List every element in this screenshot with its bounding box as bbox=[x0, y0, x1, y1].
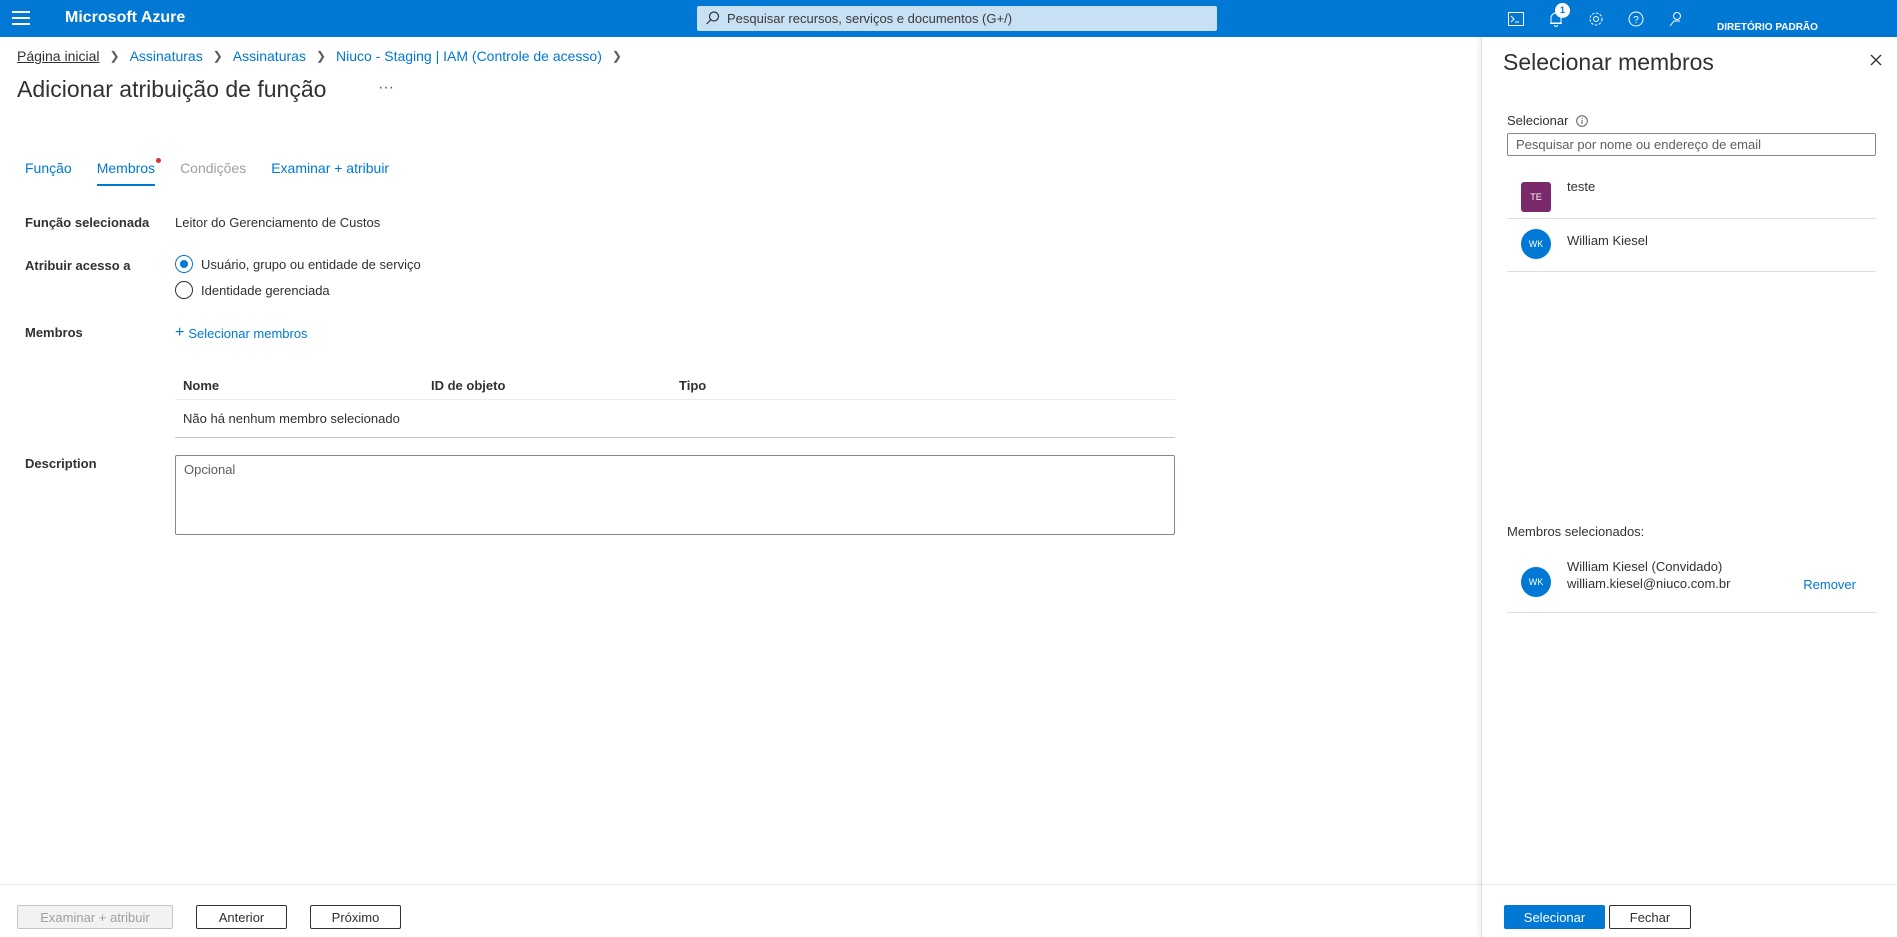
selected-role-value: Leitor do Gerenciamento de Custos bbox=[175, 215, 381, 230]
chevron-right-icon: ❯ bbox=[315, 49, 326, 63]
result-name: teste bbox=[1567, 179, 1596, 194]
next-button[interactable]: Próximo bbox=[310, 905, 401, 929]
selected-role-label: Função selecionada bbox=[25, 215, 150, 230]
radio-checked-icon[interactable] bbox=[175, 255, 193, 273]
footer-divider bbox=[0, 884, 1481, 885]
panel-footer-divider bbox=[1482, 884, 1897, 885]
breadcrumb-home[interactable]: Página inicial bbox=[17, 48, 100, 64]
required-dot-icon bbox=[156, 158, 162, 163]
tab-bar: Função Membros Condições Examinar + atri… bbox=[25, 158, 414, 186]
selected-member-email: william.kiesel@niuco.com.br bbox=[1567, 576, 1731, 591]
info-icon[interactable] bbox=[1576, 114, 1589, 127]
tab-members[interactable]: Membros bbox=[96, 158, 162, 186]
search-icon bbox=[706, 11, 720, 25]
chevron-right-icon: ❯ bbox=[611, 49, 622, 63]
global-search[interactable] bbox=[697, 6, 1217, 31]
assign-access-label: Atribuir acesso a bbox=[25, 258, 131, 273]
previous-button[interactable]: Anterior bbox=[196, 905, 287, 929]
notification-count-badge: 1 bbox=[1555, 3, 1570, 18]
breadcrumb-subscriptions-2[interactable]: Assinaturas bbox=[233, 48, 306, 64]
select-button[interactable]: Selecionar bbox=[1504, 905, 1605, 929]
result-name: William Kiesel bbox=[1567, 233, 1648, 248]
hamburger-icon[interactable] bbox=[12, 11, 30, 25]
user-avatar: WK bbox=[1521, 229, 1551, 259]
chevron-right-icon: ❯ bbox=[109, 49, 120, 63]
members-label: Membros bbox=[25, 325, 83, 340]
selected-members-label: Membros selecionados: bbox=[1507, 524, 1645, 539]
plus-icon: + bbox=[175, 324, 185, 341]
close-button[interactable]: Fechar bbox=[1609, 905, 1691, 929]
table-header-row: Nome ID de objeto Tipo bbox=[175, 372, 1175, 400]
selected-member-name: William Kiesel (Convidado) bbox=[1567, 559, 1723, 574]
column-header-type: Tipo bbox=[679, 378, 707, 393]
radio-managed-label: Identidade gerenciada bbox=[201, 282, 330, 298]
svg-text:?: ? bbox=[1633, 15, 1639, 26]
select-members-link-label: Selecionar membros bbox=[188, 325, 308, 341]
select-members-panel: Selecionar membros Selecionar TE teste W… bbox=[1481, 37, 1897, 937]
breadcrumb-iam[interactable]: Niuco - Staging | IAM (Controle de acess… bbox=[336, 48, 602, 64]
chevron-right-icon: ❯ bbox=[212, 49, 223, 63]
tab-role[interactable]: Função bbox=[25, 160, 72, 186]
table-empty-row: Não há nenhum membro selecionado bbox=[175, 400, 1175, 438]
description-label: Description bbox=[25, 456, 97, 471]
group-avatar: TE bbox=[1521, 182, 1551, 212]
radio-user-label: Usuário, grupo ou entidade de serviço bbox=[201, 256, 421, 272]
tab-members-label: Membros bbox=[96, 160, 156, 176]
column-header-name: Nome bbox=[183, 378, 220, 393]
cloud-shell-icon[interactable] bbox=[1505, 8, 1527, 30]
column-header-object-id: ID de objeto bbox=[431, 378, 506, 393]
selected-member-item: WK William Kiesel (Convidado) william.ki… bbox=[1507, 551, 1876, 613]
select-members-link[interactable]: + Selecionar membros bbox=[175, 324, 308, 342]
panel-title: Selecionar membros bbox=[1503, 49, 1714, 75]
radio-managed-identity[interactable]: Identidade gerenciada bbox=[175, 281, 330, 299]
feedback-icon[interactable] bbox=[1665, 8, 1687, 30]
user-avatar: WK bbox=[1521, 567, 1551, 597]
more-options-button[interactable]: ··· bbox=[378, 79, 394, 97]
breadcrumb-subscriptions[interactable]: Assinaturas bbox=[130, 48, 203, 64]
settings-icon[interactable] bbox=[1585, 8, 1607, 30]
select-label-text: Selecionar bbox=[1507, 113, 1569, 128]
page-title: Adicionar atribuição de função bbox=[17, 76, 327, 102]
breadcrumb: Página inicial ❯ Assinaturas ❯ Assinatur… bbox=[17, 48, 632, 64]
top-navigation-bar: Microsoft Azure 1 ? DIRETÓRIO PADRÃO bbox=[0, 0, 1897, 37]
help-icon[interactable]: ? bbox=[1625, 8, 1647, 30]
list-item[interactable]: TE teste bbox=[1507, 166, 1876, 219]
members-table: Nome ID de objeto Tipo Não há nenhum mem… bbox=[175, 372, 1175, 438]
review-assign-button[interactable]: Examinar + atribuir bbox=[17, 905, 173, 929]
remove-member-link[interactable]: Remover bbox=[1803, 577, 1856, 592]
list-item[interactable]: WK William Kiesel bbox=[1507, 219, 1876, 272]
select-label: Selecionar bbox=[1507, 113, 1589, 128]
close-icon[interactable] bbox=[1867, 51, 1885, 69]
tab-review-assign[interactable]: Examinar + atribuir bbox=[271, 160, 389, 186]
description-field[interactable] bbox=[175, 455, 1175, 535]
global-search-input[interactable] bbox=[727, 9, 1207, 28]
tab-conditions[interactable]: Condições bbox=[180, 160, 246, 186]
member-search-input[interactable] bbox=[1507, 133, 1876, 156]
radio-user-group-principal[interactable]: Usuário, grupo ou entidade de serviço bbox=[175, 255, 421, 273]
radio-unchecked-icon[interactable] bbox=[175, 281, 193, 299]
portal-brand[interactable]: Microsoft Azure bbox=[65, 9, 185, 27]
directory-name[interactable]: DIRETÓRIO PADRÃO bbox=[1717, 22, 1818, 33]
